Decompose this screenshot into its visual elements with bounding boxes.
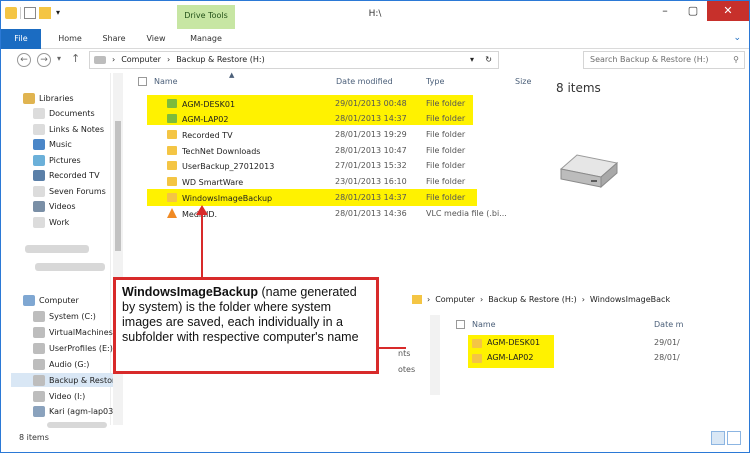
breadcrumb-separator-icon: › xyxy=(581,294,585,304)
explorer-window: ▾ Drive Tools H:\ – ▢ ✕ File Home Share … xyxy=(0,0,750,453)
annotation-callout: WindowsImageBackup (name generated by sy… xyxy=(113,277,379,374)
inset-breadcrumb: WindowsImageBack xyxy=(589,294,671,304)
inset-row-name: AGM-LAP02 xyxy=(487,353,534,362)
inset-explorer: › Computer › Backup & Restore (H:) › Win… xyxy=(398,285,742,395)
details-view-icon[interactable] xyxy=(711,431,725,445)
inset-row: AGM-LAP02 xyxy=(472,353,534,363)
inset-address-bar: › Computer › Backup & Restore (H:) › Win… xyxy=(406,291,742,307)
large-icons-view-icon[interactable] xyxy=(727,431,741,445)
folder-icon xyxy=(412,294,422,304)
inset-row-date: 29/01/ xyxy=(654,338,680,347)
callout-bold: WindowsImageBackup xyxy=(122,285,259,299)
breadcrumb-separator-icon: › xyxy=(479,294,484,304)
inset-row: AGM-DESK01 xyxy=(472,338,541,348)
inset-row-name: AGM-DESK01 xyxy=(487,338,541,347)
folder-icon xyxy=(472,339,482,348)
inset-fragment: nts xyxy=(398,349,411,358)
view-toggle xyxy=(711,431,741,445)
folder-icon xyxy=(472,354,482,363)
breadcrumb-separator-icon: › xyxy=(427,294,431,304)
inset-column-date: Date m xyxy=(654,320,684,329)
inset-select-checkbox xyxy=(456,320,465,329)
inset-breadcrumb: Computer xyxy=(435,294,475,304)
inset-column-name: Name xyxy=(472,320,496,329)
inset-row-date: 28/01/ xyxy=(654,353,680,362)
arrow-up-head xyxy=(196,205,208,215)
inset-scrollbar xyxy=(430,315,440,395)
inset-breadcrumb: Backup & Restore (H:) xyxy=(488,294,577,304)
inset-fragment: otes xyxy=(398,365,416,374)
status-bar-count: 8 items xyxy=(19,433,49,442)
